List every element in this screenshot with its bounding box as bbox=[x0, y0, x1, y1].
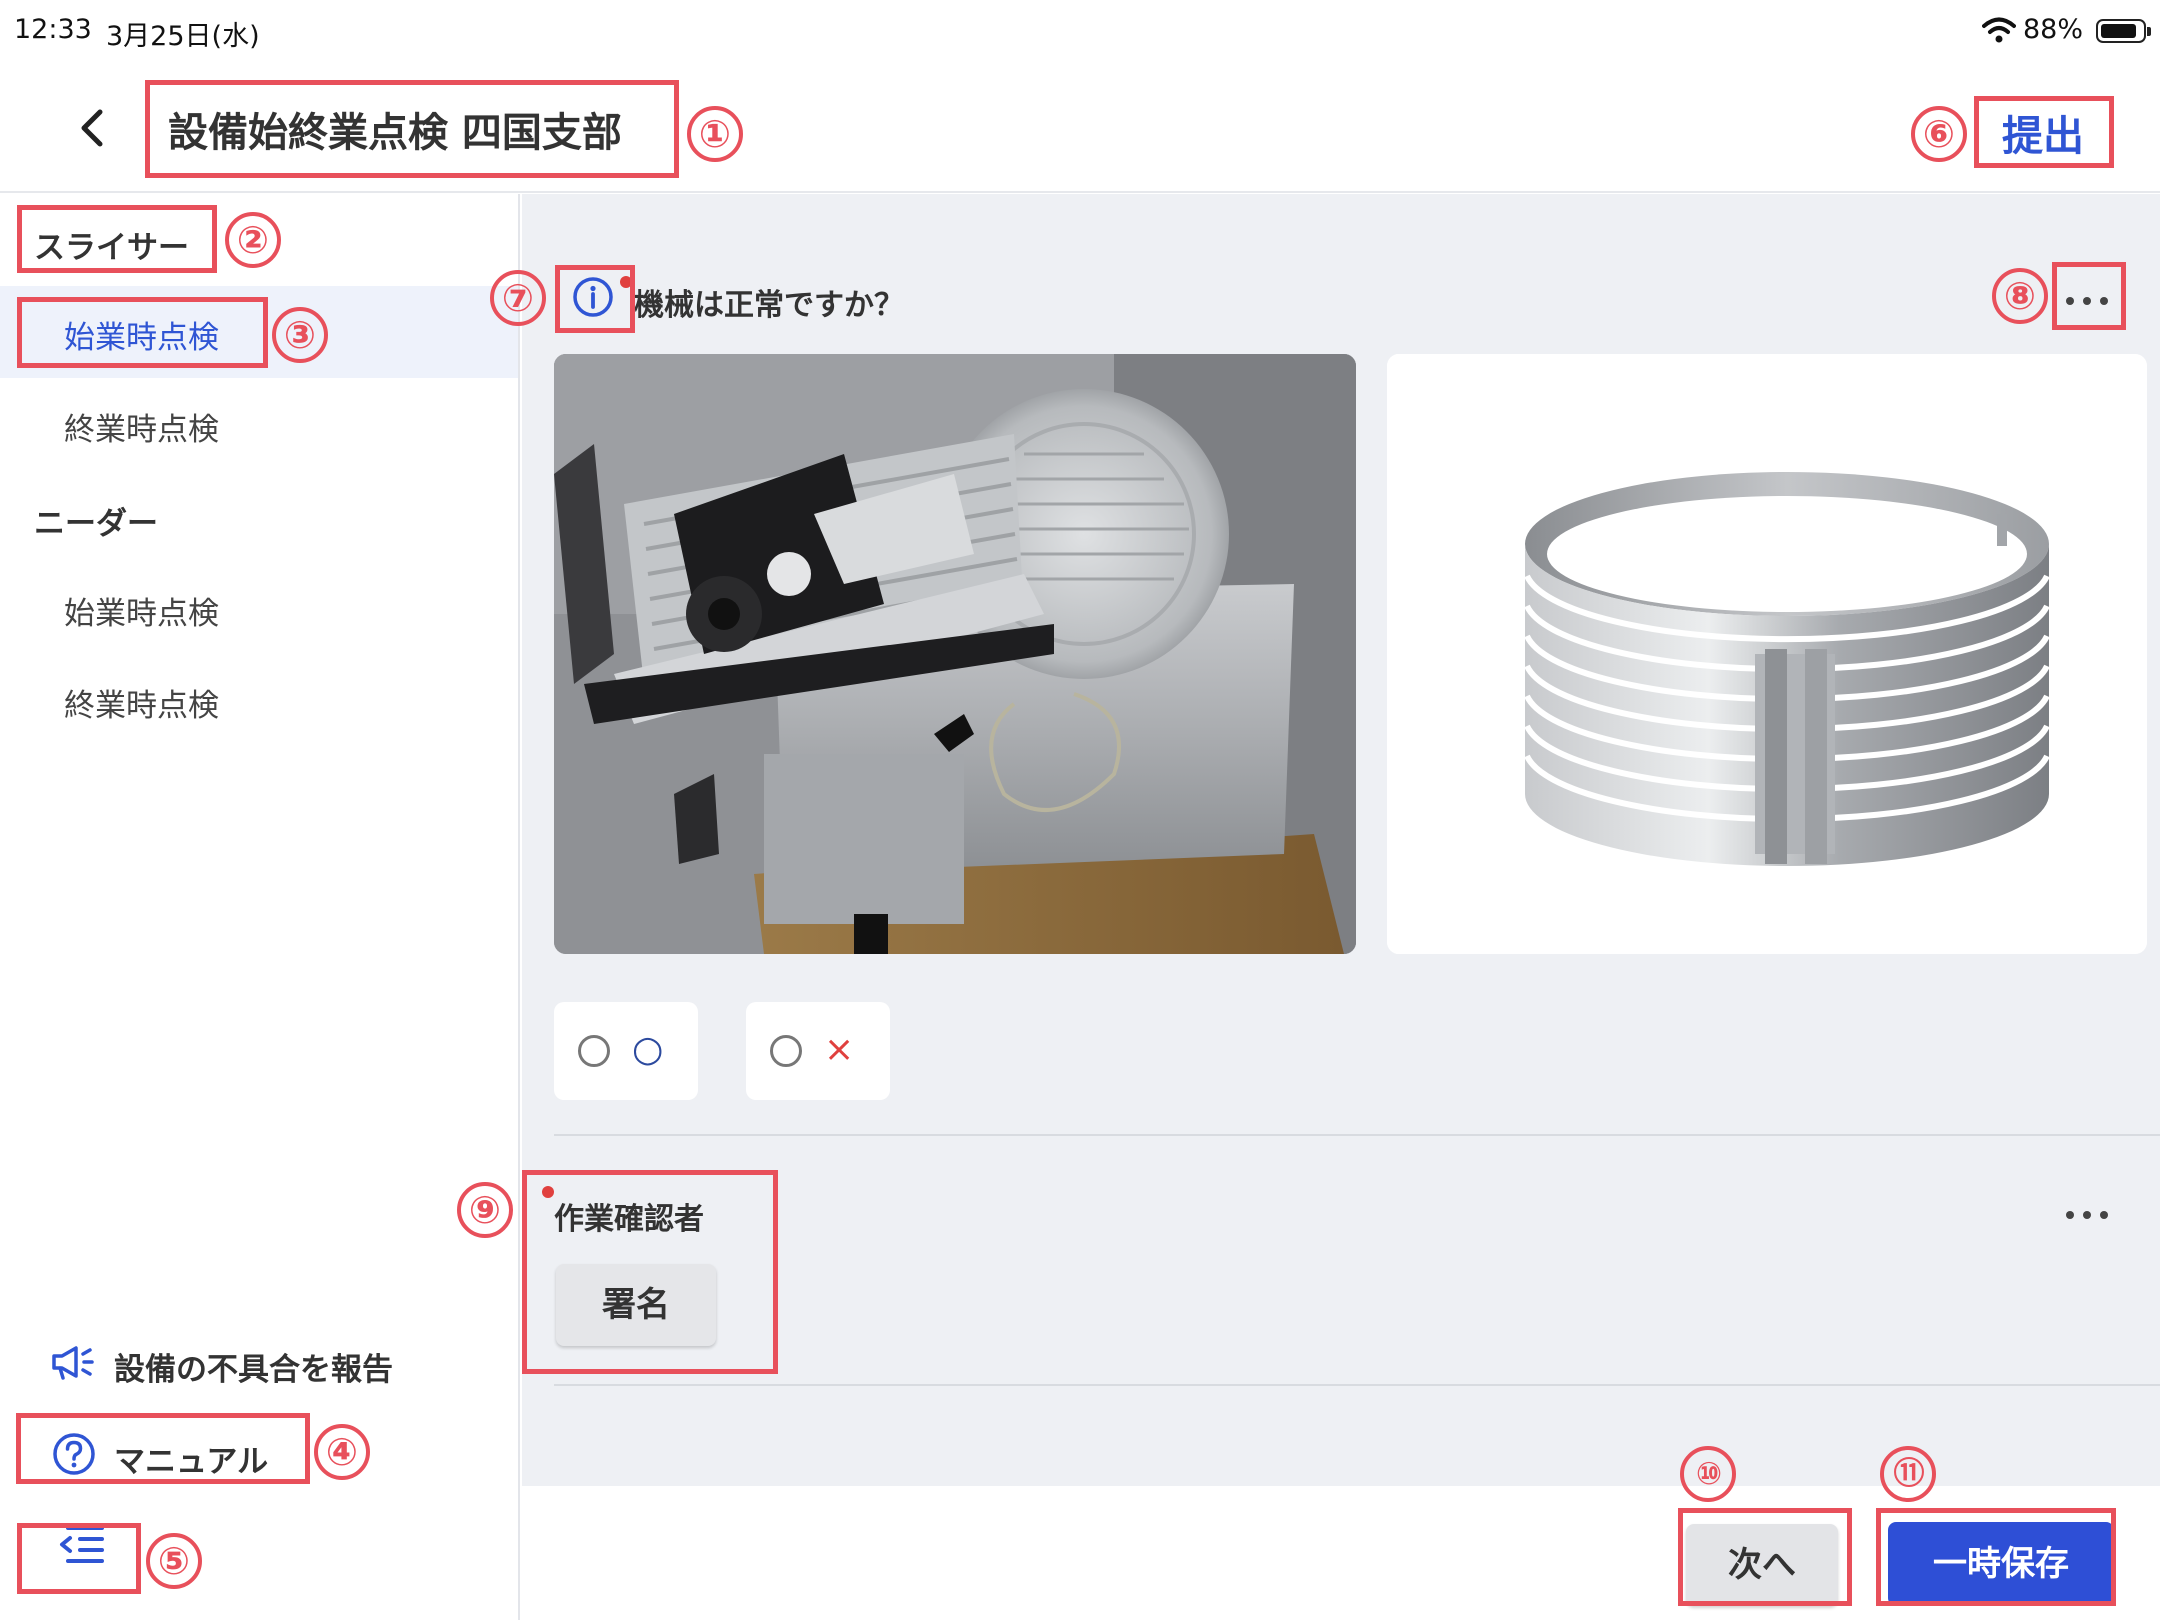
annotation-number-4: ④ bbox=[314, 1424, 370, 1480]
option-ng[interactable]: × bbox=[746, 1002, 890, 1100]
annotation-number-7: ⑦ bbox=[490, 270, 546, 326]
radio-button[interactable] bbox=[578, 1035, 610, 1067]
option-ok[interactable]: ○ bbox=[554, 1002, 698, 1100]
sidebar-item-label: 終業時点検 bbox=[64, 412, 219, 448]
annotation-number-5: ⑤ bbox=[146, 1533, 202, 1589]
sidebar-item-kneader-end-check[interactable]: 終業時点検 bbox=[0, 654, 518, 746]
sidebar: スライサー 始業時点検 終業時点検 ニーダー 始業時点検 終業時点検 設備の不具… bbox=[0, 194, 520, 1620]
battery-percentage: 88% bbox=[2023, 14, 2084, 45]
annotation-number-6: ⑥ bbox=[1911, 106, 1967, 162]
sidebar-item-kneader-start-check[interactable]: 始業時点検 bbox=[0, 562, 518, 654]
status-date: 3月25日(水) bbox=[106, 21, 260, 52]
annotation-number-1: ① bbox=[687, 106, 743, 162]
annotation-number-3: ③ bbox=[272, 307, 328, 363]
question-label: 機械は正常ですか？ bbox=[634, 288, 904, 323]
annotation-box-3 bbox=[17, 297, 268, 368]
wifi-icon bbox=[1982, 17, 2016, 43]
sidebar-category-kneader: ニーダー bbox=[34, 506, 158, 542]
back-chevron-icon[interactable] bbox=[72, 102, 116, 154]
megaphone-icon bbox=[52, 1346, 94, 1380]
annotation-box-6 bbox=[1974, 96, 2114, 168]
option-ok-mark: ○ bbox=[632, 1029, 664, 1070]
radio-button[interactable] bbox=[770, 1035, 802, 1067]
report-defect-link[interactable]: 設備の不具合を報告 bbox=[50, 1340, 450, 1388]
status-bar: 12:33 3月25日(水) 88% bbox=[0, 0, 2160, 62]
annotation-box-10 bbox=[1678, 1508, 1852, 1606]
annotation-box-4 bbox=[16, 1413, 310, 1484]
slicer-machine-image[interactable] bbox=[554, 354, 1356, 954]
annotation-number-2: ② bbox=[225, 212, 281, 268]
divider bbox=[554, 1384, 2160, 1386]
sidebar-item-slicer-end-check[interactable]: 終業時点検 bbox=[0, 378, 518, 470]
report-defect-label: 設備の不具合を報告 bbox=[114, 1352, 393, 1388]
annotation-box-9 bbox=[522, 1170, 778, 1374]
battery-icon bbox=[2096, 19, 2151, 43]
sidebar-item-label: 始業時点検 bbox=[64, 596, 219, 632]
sidebar-item-label: 終業時点検 bbox=[64, 688, 219, 724]
annotation-number-9: ⑨ bbox=[457, 1182, 513, 1238]
annotation-number-10: ⑩ bbox=[1680, 1446, 1736, 1502]
signer-more-options-icon[interactable] bbox=[2064, 1208, 2114, 1222]
annotation-box-2 bbox=[17, 205, 217, 273]
annotation-box-11 bbox=[1876, 1508, 2116, 1606]
cake-ring-image[interactable] bbox=[1387, 354, 2147, 954]
divider bbox=[554, 1134, 2160, 1136]
annotation-box-5 bbox=[17, 1523, 141, 1594]
annotation-box-7 bbox=[555, 265, 635, 333]
annotation-box-8 bbox=[2052, 262, 2126, 330]
annotation-number-11: ⑪ bbox=[1880, 1446, 1936, 1502]
option-ng-mark: × bbox=[824, 1029, 855, 1070]
annotation-number-8: ⑧ bbox=[1992, 268, 2048, 324]
annotation-box-1 bbox=[145, 80, 679, 178]
status-time: 12:33 bbox=[14, 14, 92, 45]
